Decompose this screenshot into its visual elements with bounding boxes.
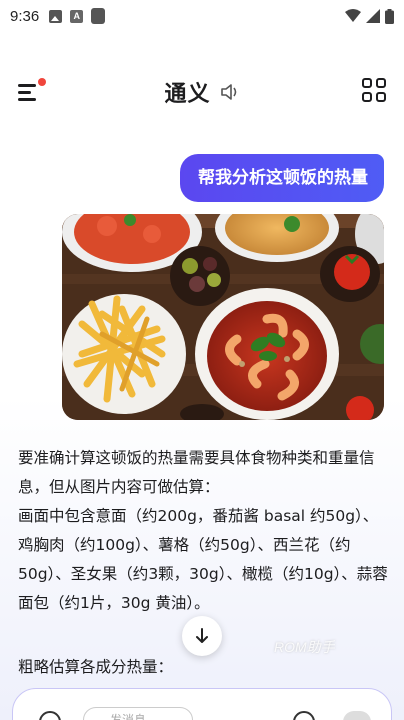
- signal-icon: [366, 9, 380, 23]
- apps-grid-button[interactable]: [362, 78, 386, 102]
- status-time: 9:36: [10, 7, 40, 25]
- status-bar: 9:36 A: [0, 0, 404, 32]
- gallery-notification-icon: [49, 9, 63, 23]
- message-input-bar[interactable]: 发消息...: [12, 688, 392, 720]
- answer-detail: 画面中包含意面（约200g，番茄酱 basal 约50g）、鸡胸肉（约100g）…: [18, 507, 388, 612]
- watermark: ROM助手: [274, 639, 335, 655]
- assistant-answer: 要准确计算这顿饭的热量需要具体食物种类和重量信息，但从图片内容可做估算： 画面中…: [18, 444, 390, 618]
- apps-grid-icon: [362, 78, 372, 88]
- battery-icon: [385, 8, 394, 24]
- scroll-to-bottom-button[interactable]: [182, 616, 222, 656]
- speaker-icon[interactable]: [220, 83, 240, 101]
- voice-toggle[interactable]: [343, 711, 371, 720]
- mic-icon[interactable]: [293, 711, 315, 720]
- app-notification-icon: [91, 8, 106, 24]
- wifi-icon: [345, 9, 361, 22]
- camera-icon[interactable]: [39, 711, 61, 720]
- food-photo[interactable]: [62, 214, 384, 420]
- page-title: 通义: [164, 82, 211, 107]
- answer-subheading: 粗略估算各成分热量：: [18, 658, 174, 676]
- app-header: 通义: [0, 66, 404, 116]
- food-photo-graphic: [62, 214, 384, 420]
- user-message-bubble[interactable]: 帮我分析这顿饭的热量: [180, 154, 384, 202]
- answer-intro: 要准确计算这顿饭的热量需要具体食物种类和重量信息，但从图片内容可做估算：: [18, 449, 375, 496]
- a-notification-icon: A: [70, 9, 84, 23]
- message-input[interactable]: 发消息...: [83, 707, 193, 720]
- arrow-down-icon: [196, 628, 208, 643]
